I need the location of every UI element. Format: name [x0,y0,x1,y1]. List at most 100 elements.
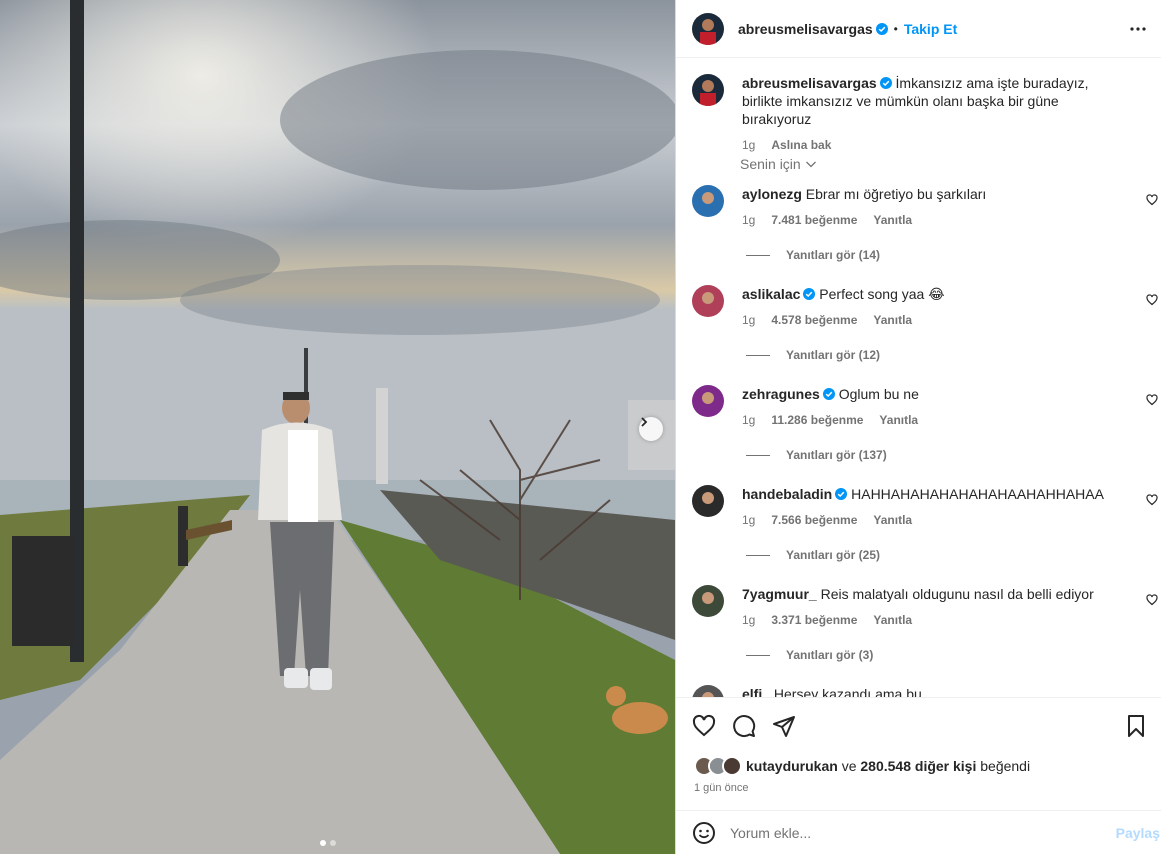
liked-by-conj: ve [841,758,857,774]
view-replies-label: Yanıtları gör (3) [786,648,874,662]
chevron-right-icon [641,417,648,427]
comment-username[interactable]: zehragunes [742,386,820,402]
replies-divider [746,554,770,556]
reply-button[interactable]: Yanıtla [873,311,912,329]
comment-item: handebaladin HAHHAHAHAHAHAHAHAAHAHHAHAA 1… [692,485,1161,562]
comment-text: Perfect song yaa 😂 [819,286,945,302]
author-block: abreusmelisavargas • Takip Et [738,21,957,37]
comments-list: abreusmelisavargas İmkansızız ama işte b… [676,59,1161,697]
likes-summary: kutaydurukan ve 280.548 diğer kişi beğen… [694,756,1030,776]
comment-likes[interactable]: 7.566 beğenme [771,511,857,529]
caption-author[interactable]: abreusmelisavargas [742,75,877,91]
post-time[interactable]: 1 gün önce [694,782,748,794]
heart-icon[interactable] [1146,394,1158,406]
comment-likes[interactable]: 11.286 beğenme [771,411,863,429]
post-dialog: abreusmelisavargas • Takip Et abreusmeli… [0,0,1161,854]
avatar[interactable] [692,485,724,517]
reply-button[interactable]: Yanıtla [873,511,912,529]
comment-username[interactable]: aylonezg [742,186,802,202]
verified-icon [822,388,835,400]
heart-icon[interactable] [1146,294,1158,306]
comment-sort-dropdown[interactable]: Senin için [740,156,817,172]
verified-icon [803,288,816,300]
post-header: abreusmelisavargas • Takip Et [676,0,1161,58]
replies-divider [746,354,770,356]
translate-link[interactable]: Aslına bak [771,136,831,154]
comment-item: aylonezg Ebrar mı öğretiyo bu şarkıları 1… [692,185,1161,262]
chevron-down-icon [805,161,816,168]
comment-text: Ebrar mı öğretiyo bu şarkıları [805,186,987,202]
post-caption: abreusmelisavargas İmkansızız ama işte b… [692,74,1161,154]
comment-text: Herşey kazandı ama bu DKAKDKWKDAKDIAKWJD… [773,686,922,697]
comment-username[interactable]: elfi_ [742,686,770,697]
verified-icon [879,77,892,89]
more-icon[interactable] [1129,20,1147,38]
heart-icon [692,714,716,737]
comment-username[interactable]: 7yagmuur_ [742,586,817,602]
heart-icon[interactable] [1146,494,1158,506]
comment-item: aslikalac Perfect song yaa 😂 1g 4.578 beğe… [692,285,1161,362]
verified-icon [835,488,848,500]
avatar[interactable] [692,185,724,217]
comment-username[interactable]: handebaladin [742,486,832,502]
avatar[interactable] [692,12,724,45]
avatar[interactable] [692,385,724,417]
replies-divider [746,454,770,456]
post-actions: kutaydurukan ve 280.548 diğer kişi beğen… [676,697,1161,794]
comment-age: 1g [742,413,756,427]
heart-icon[interactable] [1146,594,1158,606]
view-replies-label: Yanıtları gör (14) [786,248,881,262]
reply-button[interactable]: Yanıtla [873,211,912,229]
comment-text: HAHHAHAHAHAHAHAHAAHAHHAHAA [851,486,1104,502]
view-replies-button[interactable]: Yanıtları gör (25) [746,548,880,562]
emoji-icon[interactable] [692,821,716,845]
post-comment-button[interactable]: Paylaş [1116,825,1160,841]
view-replies-button[interactable]: Yanıtları gör (12) [746,348,880,362]
comment-username[interactable]: aslikalac [742,286,800,302]
replies-divider [746,654,770,656]
comment-age: 1g [742,213,756,227]
liked-suffix: beğendi [980,758,1031,774]
like-button[interactable] [692,714,716,738]
comment-age: 1g [742,613,756,627]
post-photo [0,0,675,854]
avatar[interactable] [692,585,724,617]
liked-by-others[interactable]: 280.548 diğer kişi [860,758,976,774]
comment-text: Oglum bu ne [838,386,919,402]
comment-likes[interactable]: 3.371 beğenme [771,611,857,629]
view-replies-label: Yanıtları gör (137) [786,448,887,462]
view-replies-label: Yanıtları gör (12) [786,348,881,362]
reply-button[interactable]: Yanıtla [879,411,918,429]
carousel-dot [320,840,326,846]
avatar[interactable] [692,74,724,106]
carousel-dot [330,840,336,846]
verified-icon [875,22,888,35]
view-replies-button[interactable]: Yanıtları gör (14) [746,248,880,262]
share-icon [773,716,795,737]
view-replies-button[interactable]: Yanıtları gör (137) [746,448,887,462]
bookmark-icon[interactable] [1124,714,1148,738]
comment-item: zehragunes Oglum bu ne 1g 11.286 beğenme Ya… [692,385,1161,462]
comment-likes[interactable]: 7.481 beğenme [771,211,857,229]
heart-icon[interactable] [1146,194,1158,206]
avatar[interactable] [692,285,724,317]
reply-button[interactable]: Yanıtla [873,611,912,629]
photo-image [0,0,675,854]
view-replies-label: Yanıtları gör (25) [786,548,881,562]
comment-likes[interactable]: 4.578 beğenme [771,311,857,329]
avatar[interactable] [692,685,724,697]
carousel-indicator [320,840,336,846]
author-username[interactable]: abreusmelisavargas [738,21,873,37]
next-photo-button[interactable] [639,417,663,441]
comment-input[interactable] [730,824,1116,841]
follow-button[interactable]: Takip Et [904,21,957,37]
separator-dot: • [893,21,898,36]
comment-age: 1g [742,513,756,527]
liked-by-user[interactable]: kutaydurukan [746,758,838,774]
share-button[interactable] [772,714,796,738]
avatar [722,756,742,776]
comment-item: 7yagmuur_ Reis malatyalı oldugunu nasıl … [692,585,1161,662]
comment-button[interactable] [732,714,756,738]
comment-text: Reis malatyalı oldugunu nasıl da belli e… [820,586,1094,602]
view-replies-button[interactable]: Yanıtları gör (3) [746,648,873,662]
